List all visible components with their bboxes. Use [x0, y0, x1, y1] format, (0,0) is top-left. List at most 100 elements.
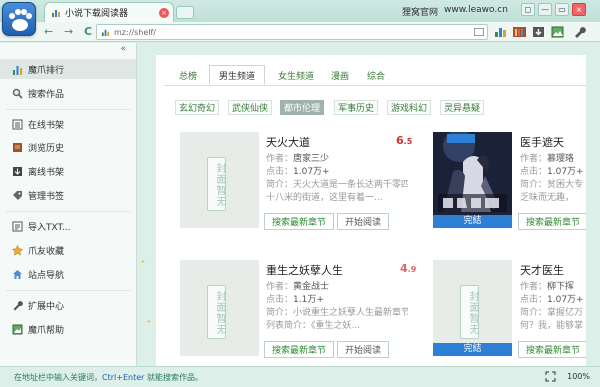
chart-icon	[13, 65, 22, 75]
subtab-urban[interactable]: 都市伦理	[280, 100, 324, 115]
maximize-button[interactable]: ▭	[555, 3, 569, 16]
tab-female[interactable]: 女生频道	[268, 65, 324, 85]
fullscreen-icon[interactable]	[545, 371, 556, 382]
subtab-scifi[interactable]: 游戏科幻	[387, 100, 431, 115]
start-reading-button[interactable]: 开始阅读	[337, 213, 389, 230]
sidebar-item-label: 爪友收藏	[28, 246, 65, 257]
forward-button[interactable]: →	[64, 25, 73, 39]
book-clicks: 点击：1.07万+	[520, 295, 584, 305]
book-description: 简介：小说重生之妖孽人生最新章节	[266, 308, 408, 318]
book-cover[interactable]: 完結	[433, 132, 512, 228]
chart-icon[interactable]	[494, 26, 507, 38]
search-chapter-button[interactable]: 搜索最新章节	[518, 341, 586, 358]
book-description-line2: 列表简介：《重生之妖...	[266, 321, 361, 331]
picture-icon[interactable]	[551, 26, 564, 38]
address-bar[interactable]: mz://shelf/	[96, 24, 488, 40]
sidebar-item-import-txt[interactable]: 导入TXT...	[0, 216, 136, 236]
start-reading-button[interactable]: 开始阅读	[337, 341, 389, 358]
close-button[interactable]: ×	[572, 3, 586, 16]
address-text: mz://shelf/	[114, 27, 156, 37]
book-cover[interactable]: 封面暂无	[180, 132, 259, 228]
sidebar-item-offline-shelf[interactable]: 离线书架	[0, 161, 136, 181]
tab-overall[interactable]: 总榜	[170, 65, 206, 85]
book-author: 作者：柳下挥	[520, 282, 575, 292]
book-author: 作者：黄金战士	[266, 282, 330, 292]
browser-tab[interactable]: 小说下载阅读器 ×	[44, 2, 174, 22]
book-title[interactable]: 重生之妖孽人生	[266, 262, 343, 278]
sidebar-item-history[interactable]: 浏览历史	[0, 137, 136, 157]
divider	[6, 109, 131, 110]
book-author: 作者：唐家三少	[266, 154, 330, 164]
zoom-level[interactable]: 100%	[567, 372, 590, 381]
history-icon	[13, 142, 22, 152]
search-chapter-button[interactable]: 搜索最新章节	[518, 213, 586, 230]
new-tab-button[interactable]	[176, 6, 194, 19]
sidebar-item-label: 浏览历史	[28, 143, 65, 154]
book-title[interactable]: 天火大道	[266, 134, 310, 150]
cover-placeholder: 封面暂无	[460, 285, 479, 339]
back-button[interactable]: ←	[44, 25, 53, 39]
sidebar-item-label: 在线书架	[28, 120, 65, 131]
book-clicks: 点击：1.07万+	[266, 167, 330, 177]
sidebar: « 魔爪排行 搜索作品 在线书架 浏览历史 离线书架 管理书签 导入TXT...…	[0, 43, 137, 366]
tab-comics[interactable]: 漫画	[324, 65, 356, 85]
star-icon	[12, 244, 23, 256]
book-title[interactable]: 医手遮天	[520, 134, 564, 150]
sidebar-item-extensions[interactable]: 扩展中心	[0, 295, 136, 315]
sidebar-item-ranking[interactable]: 魔爪排行	[0, 59, 136, 79]
book-description: 简介：掌握亿万	[520, 308, 584, 318]
book-clicks: 点击：1.1万+	[266, 295, 324, 305]
sidebar-item-online-shelf[interactable]: 在线书架	[0, 114, 136, 134]
book-description: 简介：天火大道是一条长达两千零四	[266, 180, 408, 190]
sidebar-item-site-nav[interactable]: 站点导航	[0, 264, 136, 284]
book-title[interactable]: 天才医生	[520, 262, 564, 278]
sidebar-item-label: 站点导航	[28, 270, 65, 281]
app-logo	[2, 2, 36, 36]
sidebar-item-help[interactable]: 魔爪帮助	[0, 319, 136, 339]
reader-mode-icon[interactable]	[474, 28, 484, 36]
sidebar-item-bookmarks[interactable]: 管理书签	[0, 185, 136, 205]
collapse-sidebar-button[interactable]: «	[120, 44, 126, 54]
subtab-military[interactable]: 军事历史	[334, 100, 378, 115]
sidebar-item-favorites[interactable]: 爪友收藏	[0, 240, 136, 260]
site-url-link[interactable]: www.leawo.cn	[444, 5, 508, 15]
sidebar-item-search[interactable]: 搜索作品	[0, 83, 136, 103]
download-icon	[13, 166, 22, 176]
search-chapter-button[interactable]: 搜索最新章节	[264, 341, 334, 358]
search-icon	[12, 88, 23, 99]
refresh-button[interactable]: C	[84, 25, 92, 39]
sidebar-item-label: 魔爪排行	[28, 65, 65, 76]
subtab-fantasy[interactable]: 玄幻奇幻	[175, 100, 219, 115]
divider	[6, 211, 131, 212]
paw-logo-icon	[9, 9, 32, 31]
official-site-link[interactable]: 狸窝官网	[402, 5, 438, 18]
tab-divider	[164, 85, 586, 86]
import-icon	[12, 221, 23, 231]
download-icon[interactable]	[532, 26, 545, 38]
book-cover[interactable]: 封面暂无	[180, 260, 259, 356]
book-clicks: 点击：1.07万+	[520, 167, 584, 177]
wrench-icon[interactable]	[573, 26, 586, 38]
sidebar-item-label: 扩展中心	[28, 301, 65, 312]
tab-close-button[interactable]: ×	[159, 8, 169, 18]
book-description-line2: 十八米的街道，这里有着一...	[266, 193, 383, 203]
help-icon	[12, 324, 23, 334]
subtab-mystery[interactable]: 灵异悬疑	[440, 100, 484, 115]
bookshelf-icon[interactable]	[513, 26, 526, 38]
sparkle-decoration: ✦	[140, 258, 146, 266]
bookmark-icon	[13, 190, 22, 200]
book-score: 6.5	[396, 134, 413, 147]
tab-general[interactable]: 综合	[358, 65, 394, 85]
tab-male[interactable]: 男生频道	[209, 65, 265, 85]
book-cover[interactable]: 封面暂无 完結	[433, 260, 512, 356]
cover-placeholder: 封面暂无	[207, 285, 226, 339]
cover-art-image	[433, 132, 512, 228]
book-description: 简介：贫困大专	[520, 180, 584, 190]
main-content: 总榜 男生频道 女生频道 漫画 综合 玄幻奇幻 武侠仙侠 都市伦理 军事历史 游…	[156, 55, 586, 366]
minimize-button[interactable]: —	[538, 3, 552, 16]
book-score: 4.9	[400, 262, 417, 275]
status-hint: 在地址栏中输入关键词，Ctrl+Enter 就能搜索作品。	[14, 373, 203, 382]
subtab-wuxia[interactable]: 武侠仙侠	[228, 100, 272, 115]
search-chapter-button[interactable]: 搜索最新章节	[264, 213, 334, 230]
skin-button[interactable]: ◻	[521, 3, 535, 16]
